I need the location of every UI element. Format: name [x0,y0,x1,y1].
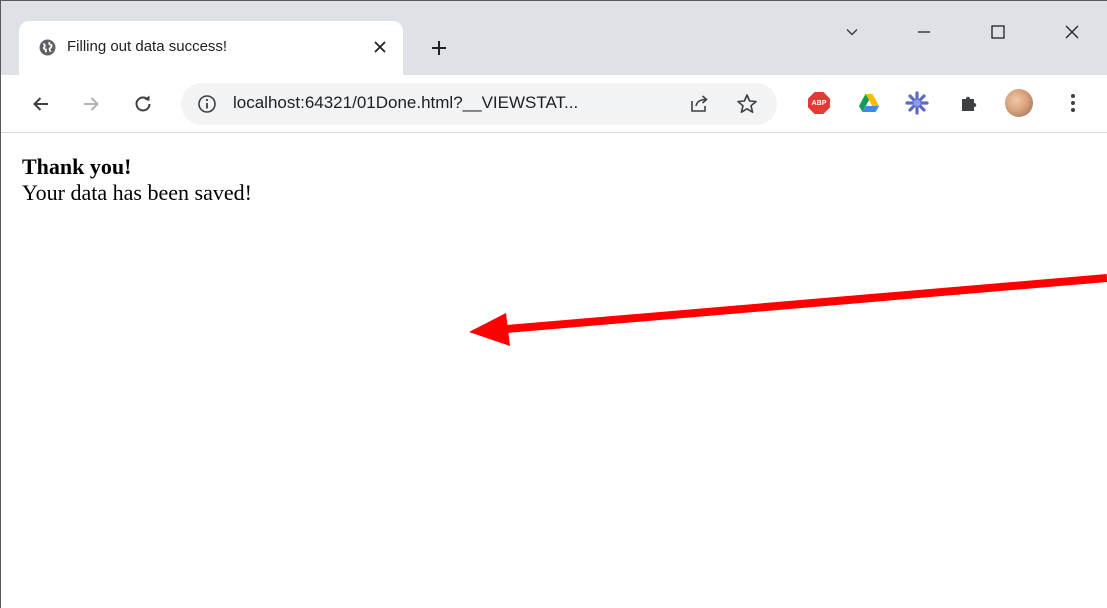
kebab-menu-icon [1071,94,1075,112]
close-icon [374,41,386,53]
share-icon[interactable] [689,93,711,115]
plus-icon [432,41,446,55]
forward-button[interactable] [78,91,104,117]
globe-icon [39,39,56,56]
browser-toolbar: localhost:64321/01Done.html?__VIEWSTAT..… [1,75,1107,133]
active-tab[interactable]: Filling out data success! [19,21,403,75]
sparkle-extension-button[interactable] [903,89,931,117]
puzzle-extensions-icon [962,96,977,111]
reload-button[interactable] [130,91,156,117]
info-icon[interactable] [197,94,217,114]
page-content: Thank you! Your data has been saved! [1,134,1107,608]
back-button[interactable] [28,91,54,117]
star-icon[interactable] [735,92,759,116]
page-heading: Thank you! [22,154,132,179]
profile-avatar [1005,89,1033,117]
profile-button[interactable] [1005,89,1033,117]
chevron-down-icon [846,28,858,36]
address-bar[interactable]: localhost:64321/01Done.html?__VIEWSTAT..… [181,83,777,125]
close-icon [1065,25,1079,39]
forward-arrow-icon [84,97,99,111]
maximize-button[interactable] [985,19,1011,45]
saved-message: Your data has been saved! [22,180,252,205]
adblock-plus-icon: ABP [808,92,830,114]
sparkle-extension-icon [905,91,929,115]
address-text[interactable]: localhost:64321/01Done.html?__VIEWSTAT..… [233,93,578,113]
tab-strip: Filling out data success! [1,1,1107,75]
window-close-button[interactable] [1059,19,1085,45]
arrow-shaft [506,274,1107,333]
minimize-icon [918,31,930,33]
chrome-menu-button[interactable] [1059,89,1087,117]
google-drive-button[interactable] [855,89,883,117]
minimize-button[interactable] [911,19,937,45]
adblock-plus-button[interactable]: ABP [805,89,833,117]
maximize-icon [991,25,1005,39]
reload-icon [135,95,151,112]
browser-window: Filling out data success! localhost:6432… [0,0,1107,608]
google-drive-icon [859,94,879,112]
tab-search-button[interactable] [839,19,865,45]
new-tab-button[interactable] [427,36,451,60]
back-arrow-icon [33,97,48,111]
arrow-head [469,313,510,346]
tab-title: Filling out data success! [67,38,228,55]
extensions-button[interactable] [955,89,983,117]
tab-close-button[interactable] [369,36,391,58]
